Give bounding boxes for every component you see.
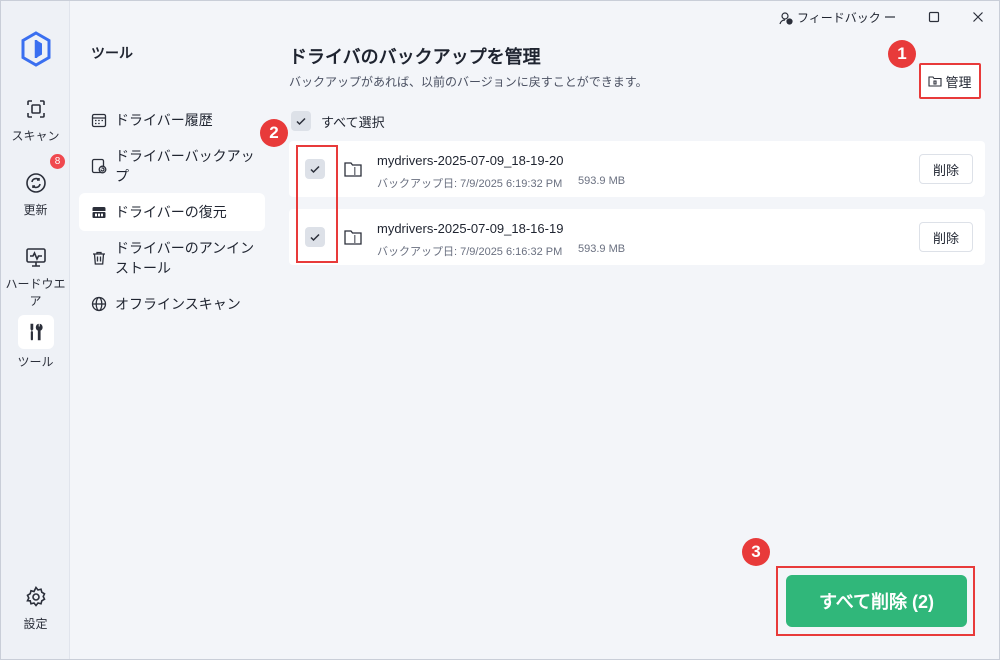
- subnav-label: ドライバー履歴: [115, 112, 213, 128]
- backup-date: バックアップ日: 7/9/2025 6:16:32 PM: [377, 246, 563, 258]
- select-all-label: すべて選択: [321, 114, 385, 130]
- rail-item-scan[interactable]: スキャン: [1, 97, 70, 144]
- tools-subnav: ツール ドライバー履歴 ドライバーバックアップ ドライバーの復元 ドライバーのア…: [71, 1, 271, 659]
- select-all-row[interactable]: すべて選択: [291, 111, 385, 131]
- minimize-button[interactable]: [880, 7, 900, 27]
- minimize-icon: [885, 16, 895, 18]
- subnav-item-driver-backup[interactable]: ドライバーバックアップ: [79, 147, 265, 185]
- subnav-item-driver-restore[interactable]: ドライバーの復元: [79, 193, 265, 231]
- subnav-item-driver-uninstall[interactable]: ドライバーのアンインストール: [79, 239, 265, 277]
- delete-backup-button[interactable]: 削除: [919, 222, 973, 252]
- tools-icon: [30, 323, 43, 341]
- scan-icon: [26, 100, 45, 118]
- delete-all-button[interactable]: すべて削除 (2): [786, 575, 967, 627]
- rail-label-update: 更新: [23, 203, 48, 217]
- subnav-item-driver-history[interactable]: ドライバー履歴: [79, 101, 265, 139]
- subnav-label: ドライバーの復元: [115, 204, 227, 220]
- select-all-checkbox[interactable]: [291, 111, 311, 131]
- checkbox-highlight-box: [296, 145, 338, 263]
- folder-manage-icon: [928, 76, 943, 87]
- update-count-badge: 8: [50, 154, 65, 169]
- restore-icon: [92, 207, 106, 218]
- subnav-label: オフラインスキャン: [115, 296, 241, 312]
- backup-icon: [91, 158, 107, 174]
- callout-1: 1: [888, 40, 916, 68]
- app-logo-icon: [21, 31, 51, 67]
- callout-3: 3: [742, 538, 770, 566]
- rail-label-hardware: ハードウエア: [5, 277, 66, 308]
- rail-item-settings[interactable]: 設定: [1, 585, 70, 632]
- backup-row: mydrivers-2025-07-09_18-19-20 バックアップ日: 7…: [289, 141, 985, 197]
- delete-backup-button[interactable]: 削除: [919, 154, 973, 184]
- manage-label: 管理: [945, 74, 972, 90]
- manage-button[interactable]: 管理: [919, 63, 981, 99]
- backup-name: mydrivers-2025-07-09_18-16-19: [377, 221, 564, 236]
- backup-name: mydrivers-2025-07-09_18-19-20: [377, 153, 564, 168]
- rail-item-update[interactable]: 更新: [1, 171, 70, 218]
- maximize-icon: [928, 11, 940, 23]
- feedback-icon: [779, 11, 793, 25]
- backup-date: バックアップ日: 7/9/2025 6:19:32 PM: [377, 178, 563, 190]
- tools-icon-wrap: [17, 315, 54, 349]
- rail-label-settings: 設定: [23, 617, 48, 631]
- rail-item-tools[interactable]: ツール: [1, 315, 70, 370]
- subnav-label: ドライバーのアンインストール: [115, 240, 255, 276]
- trash-icon: [93, 251, 105, 265]
- left-rail: スキャン 更新 8 ハードウエア ツール 設定: [1, 1, 70, 659]
- subnav-label: ドライバーバックアップ: [115, 148, 255, 184]
- page-title: ドライバのバックアップを管理: [289, 47, 541, 67]
- backup-size: 593.9 MB: [578, 175, 626, 187]
- zip-folder-icon: [344, 162, 362, 177]
- globe-icon: [91, 296, 107, 312]
- close-icon: [973, 12, 983, 22]
- subnav-title: ツール: [91, 45, 133, 61]
- calendar-icon: [91, 113, 107, 128]
- close-button[interactable]: [968, 7, 988, 27]
- maximize-button[interactable]: [924, 7, 944, 27]
- callout-2: 2: [260, 119, 288, 147]
- settings-icon: [25, 586, 46, 607]
- app-window: スキャン 更新 8 ハードウエア ツール 設定 ツール ドライバー履歴 ドライバ…: [0, 0, 1000, 660]
- hardware-icon: [25, 248, 46, 267]
- feedback-label: フィードバック: [797, 11, 881, 25]
- zip-folder-icon: [344, 230, 362, 245]
- page-subtitle: バックアップがあれば、以前のバージョンに戻すことができます。: [289, 75, 648, 89]
- rail-item-hardware[interactable]: ハードウエア: [1, 245, 70, 309]
- update-icon: [25, 173, 46, 193]
- rail-label-tools: ツール: [17, 355, 54, 369]
- backup-row: mydrivers-2025-07-09_18-16-19 バックアップ日: 7…: [289, 209, 985, 265]
- rail-label-scan: スキャン: [11, 129, 60, 143]
- checkmark-icon: [296, 117, 306, 126]
- subnav-item-offline-scan[interactable]: オフラインスキャン: [79, 285, 265, 323]
- feedback-button[interactable]: フィードバック: [779, 9, 881, 26]
- backup-size: 593.9 MB: [578, 243, 626, 255]
